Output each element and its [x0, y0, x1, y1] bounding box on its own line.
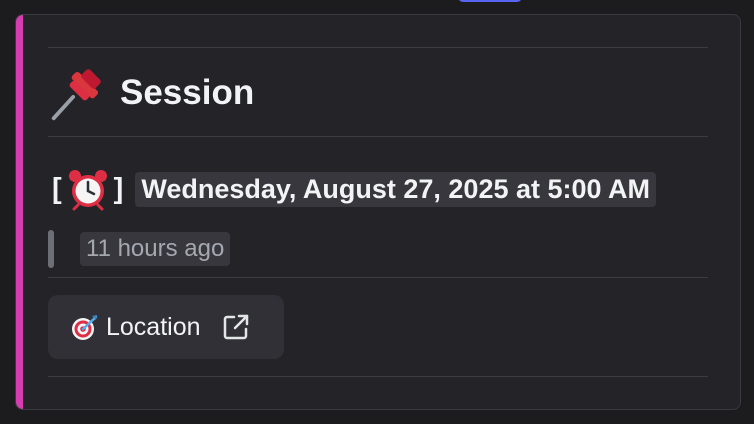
embed-accent-bar [16, 15, 23, 409]
divider [48, 136, 708, 137]
bracket-close: ] [113, 172, 124, 205]
embed-title-row: Session [46, 63, 254, 123]
pushpin-icon [51, 69, 101, 121]
divider [48, 47, 708, 48]
bracket-open: [ [52, 172, 62, 205]
divider [48, 376, 708, 377]
session-date-row: [ ] Wednesday, August 27, 2025 at 5:00 A… [48, 167, 657, 211]
mention-pill-fragment [458, 0, 522, 2]
session-embed: Session [ ] Wednesday, August 27, 2025 a… [15, 14, 741, 410]
location-link-button[interactable]: Location [48, 295, 284, 359]
alarm-clock-icon [68, 170, 107, 211]
blockquote-bar [48, 230, 54, 268]
relative-time-quote: 11 hours ago [48, 229, 231, 269]
divider [48, 277, 708, 278]
previous-message-edge [0, 0, 754, 14]
relative-timestamp[interactable]: 11 hours ago [80, 232, 231, 266]
external-link-icon [223, 314, 248, 340]
location-button-label: Location [106, 312, 201, 341]
direct-hit-icon [72, 315, 98, 340]
embed-title: Session [120, 73, 255, 112]
session-timestamp[interactable]: Wednesday, August 27, 2025 at 5:00 AM [135, 171, 657, 207]
